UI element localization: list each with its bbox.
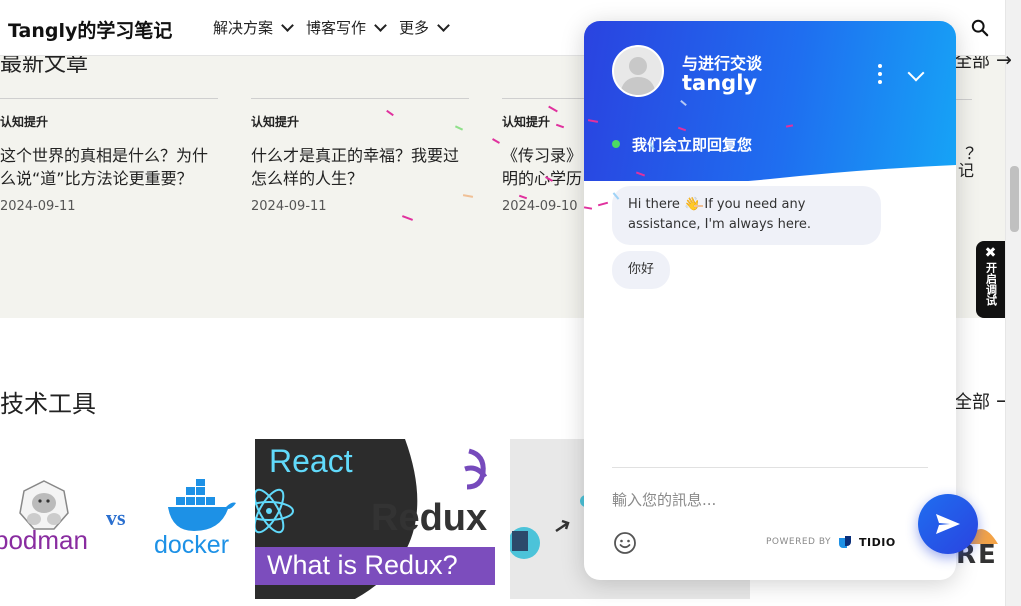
view-all-tools-link[interactable]: 全部 → xyxy=(954,388,1012,414)
computer-illustration-icon xyxy=(510,495,592,559)
vs-text: vs xyxy=(106,505,126,530)
nav-label: 博客写作 xyxy=(306,19,367,37)
tidio-brand: TIDIO xyxy=(859,535,896,549)
main-nav: 解决方案 博客写作 更多 xyxy=(213,17,450,38)
podman-text: podman xyxy=(0,525,88,555)
post-title[interactable]: 这个世界的真相是什么？为什么说“道”比方法论更重要？ xyxy=(0,144,218,190)
emoji-icon[interactable] xyxy=(613,531,637,555)
site-logo[interactable]: Tangly的学习笔记 xyxy=(8,16,172,43)
nav-more[interactable]: 更多 xyxy=(399,17,450,38)
scrollbar-thumb[interactable] xyxy=(1010,166,1019,232)
chat-divider xyxy=(612,467,928,468)
chat-widget: 与进行交谈 tangly 我们会立即回复您 Hi there 👋 If you … xyxy=(584,21,956,580)
post-date: 2024-09-11 xyxy=(251,199,327,214)
chevron-down-icon xyxy=(437,18,450,32)
nav-label: 解决方案 xyxy=(213,19,274,37)
powered-by-tidio[interactable]: POWERED BY TIDIO xyxy=(766,534,896,550)
agent-avatar xyxy=(612,45,664,97)
send-button[interactable] xyxy=(918,494,978,554)
debug-toggle-tab[interactable]: ✖ 开启调试 xyxy=(976,241,1005,318)
post-title-partial[interactable]: ？记 xyxy=(955,146,976,178)
post-category[interactable]: 认知提升 xyxy=(0,113,218,130)
podman-vs-docker-thumbnail[interactable]: podman vs docker xyxy=(0,439,245,599)
more-options-icon[interactable] xyxy=(875,64,885,84)
user-silhouette-icon xyxy=(620,57,656,95)
divider xyxy=(956,99,972,100)
powered-by-label: POWERED BY xyxy=(766,537,832,547)
chat-message-bubble: 你好 xyxy=(612,251,671,289)
post-category[interactable]: 认知提升 xyxy=(251,113,469,130)
post-card[interactable]: 认知提升 这个世界的真相是什么？为什么说“道”比方法论更重要？ 2024-09-… xyxy=(0,98,218,214)
section-title-latest: 最新文章 xyxy=(0,56,89,77)
chat-message-bubble: Hi there 👋 If you need any assistance, I… xyxy=(612,186,881,245)
docker-whale-icon xyxy=(168,479,236,531)
post-title[interactable]: 什么才是真正的幸福？我要过怎么样的人生？ xyxy=(251,144,469,190)
nav-label: 更多 xyxy=(399,19,430,37)
redux-thumbnail[interactable]: React Redux What is Redux? xyxy=(255,439,495,599)
send-icon xyxy=(936,514,960,534)
close-icon: ✖ xyxy=(984,245,997,261)
nav-solutions[interactable]: 解决方案 xyxy=(213,17,294,38)
what-is-redux-text: What is Redux? xyxy=(267,550,458,580)
page-scrollbar[interactable] xyxy=(1005,0,1021,606)
post-card[interactable]: 认知提升 《传习录》明的心学历 2024-09-10 xyxy=(502,98,584,214)
post-card[interactable]: 认知提升 什么才是真正的幸福？我要过怎么样的人生？ 2024-09-11 xyxy=(251,98,469,214)
search-icon[interactable] xyxy=(971,19,989,37)
view-all-label: 全部 xyxy=(954,392,990,413)
online-status-dot xyxy=(612,140,620,148)
chat-message-input[interactable] xyxy=(612,487,912,513)
debug-label: 开启调试 xyxy=(984,262,998,306)
post-date: 2024-09-11 xyxy=(0,199,76,214)
section-title-tools: 技术工具 xyxy=(0,390,96,418)
chevron-down-icon xyxy=(374,18,387,32)
agent-name: tangly xyxy=(682,71,758,95)
docker-text: docker xyxy=(154,531,230,559)
redux-text: Redux xyxy=(371,497,488,539)
confetti-piece xyxy=(694,205,703,207)
post-title[interactable]: 《传习录》明的心学历 xyxy=(502,144,584,190)
nav-blog-writing[interactable]: 博客写作 xyxy=(306,17,387,38)
react-text: React xyxy=(269,443,353,479)
post-category[interactable]: 认知提升 xyxy=(502,113,584,130)
tidio-logo-icon xyxy=(839,536,852,548)
post-date: 2024-09-10 xyxy=(502,199,578,214)
chevron-down-icon xyxy=(281,18,294,32)
